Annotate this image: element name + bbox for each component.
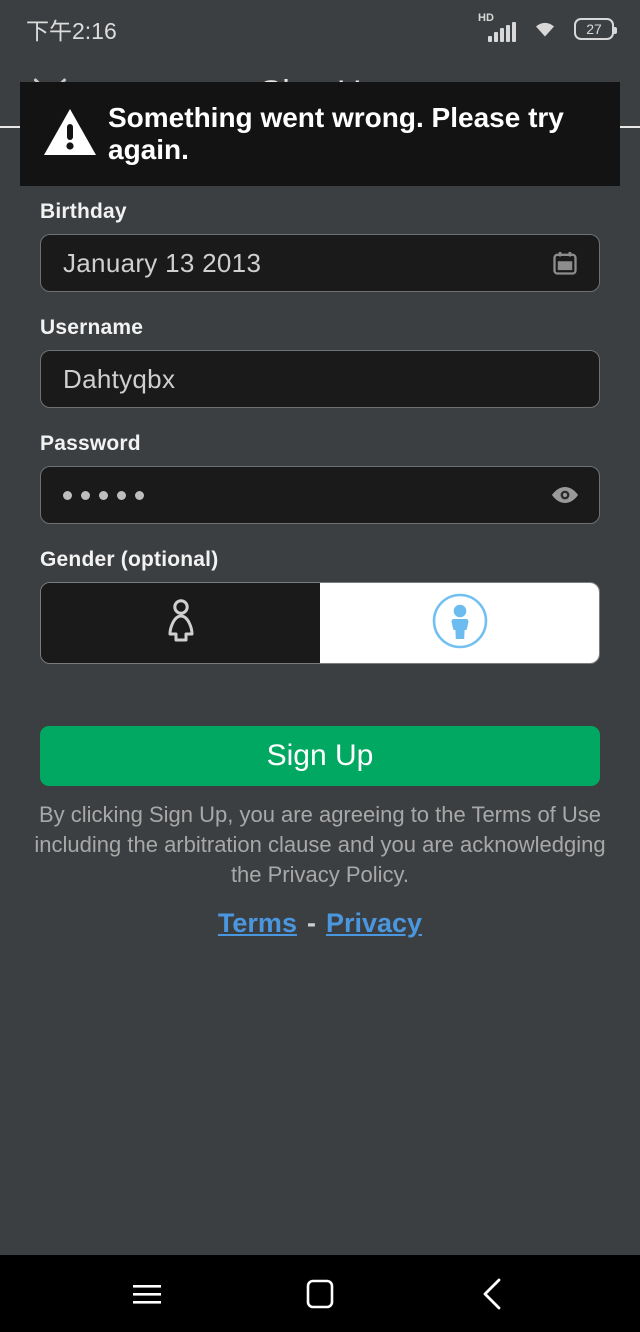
- gender-field-group: Gender (optional): [40, 548, 600, 664]
- birthday-value: January 13 2013: [63, 247, 262, 278]
- hd-signal-icon: HD: [478, 12, 516, 42]
- birthday-label: Birthday: [40, 200, 127, 223]
- android-nav-bar: [0, 1255, 640, 1332]
- password-masked-value: [63, 490, 549, 500]
- password-input[interactable]: [40, 466, 600, 524]
- status-icons: HD 27: [478, 12, 617, 44]
- password-field-group: Password: [40, 432, 600, 524]
- error-message: Something went wrong. Please try again.: [108, 102, 564, 165]
- username-input[interactable]: Dahtyqbx: [40, 350, 600, 408]
- legal-links: Terms - Privacy: [0, 908, 640, 939]
- person-outline-icon: [161, 598, 201, 649]
- phone-screen: 下午2:16 HD 27 Sign Up: [0, 0, 640, 1332]
- status-time: 下午2:16: [26, 18, 117, 44]
- battery-icon: 27: [574, 18, 617, 40]
- chevron-left-icon[interactable]: [458, 1264, 528, 1324]
- signup-button[interactable]: Sign Up: [40, 726, 600, 786]
- eye-icon[interactable]: [549, 479, 581, 511]
- menu-icon[interactable]: [112, 1264, 182, 1324]
- gender-toggle-group: [40, 582, 600, 664]
- error-toast[interactable]: Something went wrong. Please try again.: [20, 82, 620, 186]
- signup-form: Birthday January 13 2013 Username Dahtyq…: [0, 200, 640, 939]
- battery-level: 27: [586, 21, 602, 37]
- signup-disclaimer: By clicking Sign Up, you are agreeing to…: [34, 802, 606, 887]
- birthday-input[interactable]: January 13 2013: [40, 234, 600, 292]
- username-label: Username: [40, 316, 144, 339]
- birthday-field-group: Birthday January 13 2013: [40, 200, 600, 292]
- terms-link[interactable]: Terms: [218, 908, 297, 938]
- username-value: Dahtyqbx: [63, 363, 176, 394]
- status-bar: 下午2:16 HD 27: [0, 0, 640, 58]
- hd-label: HD: [478, 12, 494, 24]
- gender-label: Gender (optional): [40, 548, 219, 571]
- password-label: Password: [40, 432, 141, 455]
- square-icon[interactable]: [285, 1264, 355, 1324]
- privacy-link[interactable]: Privacy: [326, 908, 422, 938]
- gender-option-female[interactable]: [41, 583, 320, 663]
- links-separator: -: [306, 907, 316, 938]
- username-field-group: Username Dahtyqbx: [40, 316, 600, 408]
- warning-triangle-icon: [42, 106, 104, 163]
- signal-bars: [488, 22, 516, 42]
- gender-option-male[interactable]: [320, 583, 599, 663]
- wifi-icon: [530, 15, 560, 44]
- person-in-circle-icon: [431, 592, 489, 655]
- calendar-icon[interactable]: [549, 247, 581, 279]
